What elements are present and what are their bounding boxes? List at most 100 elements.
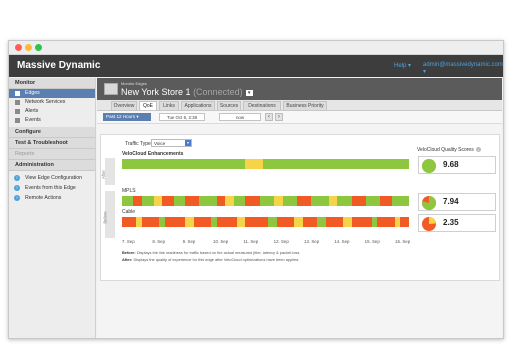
x-tick-label: 11. Sep	[243, 239, 259, 244]
qoe-segment-good	[233, 196, 246, 206]
action-link-label: Remote Actions	[25, 195, 62, 201]
quality-score-card: 2.35	[418, 214, 496, 232]
sidebar-section-monitor[interactable]: Monitor	[9, 78, 95, 89]
action-link-remote-actions[interactable]: › Remote Actions	[9, 193, 95, 203]
after-tag: After	[101, 158, 115, 185]
tab-applications[interactable]: Applications	[181, 101, 215, 110]
app-window: Massive Dynamic Help ▾ admin@massivedyna…	[8, 40, 504, 339]
x-tick-label: 16. Sep	[395, 239, 411, 244]
sidebar-item-alerts[interactable]: Alerts	[9, 107, 95, 116]
arrow-right-icon: ›	[14, 175, 20, 181]
app-header: Massive Dynamic Help ▾ admin@massivedyna…	[9, 55, 503, 77]
minimize-window-button[interactable]	[25, 44, 32, 51]
qoe-segment-fair	[245, 159, 263, 169]
quality-score-card: 9.68	[418, 156, 496, 174]
time-prev-button[interactable]: ‹	[265, 113, 273, 121]
action-link-events-from-this-edge[interactable]: › Events from this Edge	[9, 183, 95, 193]
qoe-segment-good	[122, 159, 246, 169]
events-icon	[15, 118, 20, 123]
qoe-segment-good	[199, 196, 217, 206]
qoe-segment-fair	[294, 217, 303, 227]
note-before: Before: Displays the link readiness for …	[122, 250, 301, 255]
tab-links[interactable]: Links	[159, 101, 179, 110]
sidebar-item-network-services[interactable]: Network Services	[9, 98, 95, 107]
qoe-segment-poor	[216, 196, 226, 206]
sidebar-item-events[interactable]: Events	[9, 116, 95, 125]
sidebar-item-edges[interactable]: Edges	[9, 89, 95, 98]
qoe-segment-poor	[245, 196, 260, 206]
qoe-track[interactable]	[122, 217, 409, 227]
qoe-segment-poor	[185, 196, 200, 206]
x-tick-label: 7. Sep	[122, 239, 135, 244]
edge-device-icon	[104, 83, 118, 95]
time-range-select[interactable]: Past 12 Hours ▾	[103, 113, 151, 121]
traffic-type-label: Traffic Type:	[125, 141, 153, 147]
qoe-segment-poor	[351, 196, 366, 206]
sidebar-item-label: Edges	[25, 90, 40, 96]
close-window-button[interactable]	[15, 44, 22, 51]
edge-title: New York Store 1 (Connected) ▾	[121, 87, 253, 97]
qoe-segment-poor	[162, 196, 174, 206]
action-link-view-edge-configuration[interactable]: › View Edge Configuration	[9, 173, 95, 183]
qoe-segment-good	[337, 196, 352, 206]
maximize-window-button[interactable]	[35, 44, 42, 51]
window-titlebar	[9, 41, 503, 55]
qoe-segment-good	[262, 159, 409, 169]
qoe-segment-poor	[216, 217, 237, 227]
tab-business-priority[interactable]: Business Priority	[283, 101, 327, 110]
network-icon	[15, 100, 20, 105]
qoe-segment-good	[391, 196, 409, 206]
edge-breadcrumb[interactable]: Monitor Edges	[121, 81, 147, 86]
sidebar-action-links: › View Edge Configuration › Events from thi…	[9, 171, 95, 203]
sidebar-section-administration[interactable]: Administration	[9, 160, 95, 171]
quality-scores-title: VeloCloud Quality Scores i	[417, 147, 481, 153]
x-tick-label: 14. Sep	[334, 239, 350, 244]
chevron-down-icon: ▾	[185, 140, 191, 146]
time-end-field[interactable]: now	[219, 113, 261, 121]
qoe-segment-fair	[328, 196, 338, 206]
sidebar: Monitor Edges Network Services Alerts Event…	[9, 78, 96, 338]
tab-qoe[interactable]: QoE	[139, 101, 157, 110]
qoe-segment-poor	[380, 196, 392, 206]
traffic-type-select[interactable]: Voice ▾	[151, 139, 192, 147]
help-menu[interactable]: Help ▾	[394, 62, 411, 69]
tab-destinations[interactable]: Destinations	[243, 101, 281, 110]
tab-overview[interactable]: Overview	[111, 101, 137, 110]
qoe-segment-poor	[302, 217, 318, 227]
router-icon	[15, 91, 20, 96]
sidebar-item-label: Alerts	[25, 108, 39, 114]
sidebar-section-configure[interactable]: Configure	[9, 127, 95, 138]
sidebar-item-label: Network Services	[25, 99, 66, 105]
time-next-button[interactable]: ›	[275, 113, 283, 121]
tab-sources[interactable]: Sources	[217, 101, 241, 110]
edge-name: New York Store 1	[121, 87, 191, 97]
qoe-segment-fair	[185, 217, 194, 227]
qoe-segment-poor	[325, 217, 343, 227]
sidebar-section-test[interactable]: Test & Troubleshoot	[9, 138, 95, 149]
sidebar-monitor-list: Edges Network Services Alerts Events	[9, 89, 95, 125]
qoe-track[interactable]	[122, 159, 409, 169]
time-range-bar: Past 12 Hours ▾ Tue Oct 6, 2:38 now ‹ ›	[97, 111, 502, 124]
qoe-segment-poor	[245, 217, 269, 227]
qoe-track[interactable]	[122, 196, 409, 206]
bell-icon	[15, 109, 20, 114]
info-icon[interactable]: i	[475, 147, 481, 152]
action-link-label: View Edge Configuration	[25, 175, 83, 181]
x-tick-label: 13. Sep	[304, 239, 320, 244]
brand-name: Massive Dynamic	[17, 60, 101, 71]
tab-bar: Overview QoE Links Applications Sources Desti…	[97, 100, 502, 111]
qoe-segment-poor	[377, 217, 395, 227]
sidebar-section-reports[interactable]: Reports	[9, 149, 95, 160]
qoe-segment-poor	[351, 217, 372, 227]
quality-score-card: 7.94	[418, 193, 496, 211]
lane-label: VeloCloud Enhancements	[122, 151, 184, 157]
time-start-field[interactable]: Tue Oct 6, 2:38	[159, 113, 205, 121]
qoe-segment-good	[317, 217, 326, 227]
edge-selector-dropdown[interactable]: ▾	[245, 89, 253, 96]
x-tick-label: 15. Sep	[364, 239, 380, 244]
qoe-segment-fair	[236, 217, 246, 227]
qoe-panel: Traffic Type: Voice ▾ VeloCloud Quality S…	[100, 134, 500, 281]
user-menu[interactable]: admin@massivedynamic.com ▾	[423, 62, 503, 75]
qoe-segment-poor	[276, 217, 295, 227]
quality-score-value: 7.94	[443, 197, 459, 206]
